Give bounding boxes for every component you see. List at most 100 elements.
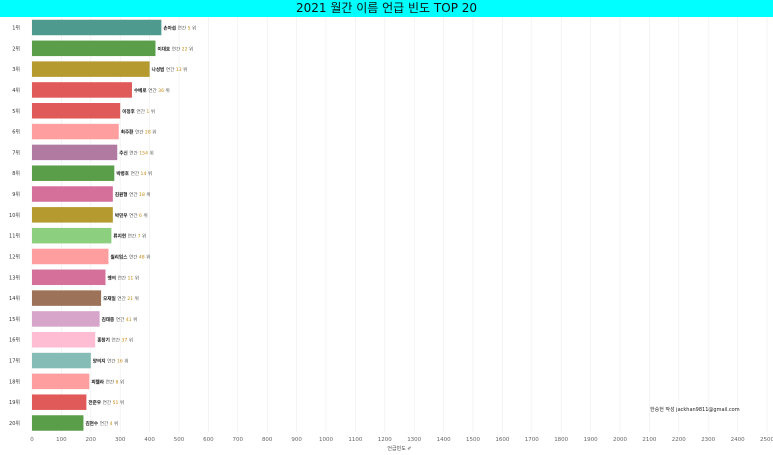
x-tick-label: 300 bbox=[115, 437, 126, 443]
bar-rank-suffix: 위 bbox=[149, 108, 155, 115]
bar-name: 홍창기 bbox=[97, 337, 111, 344]
bar-annual-label: 연간 bbox=[129, 253, 139, 260]
bar-annotation: 양의지 연간 16 위 bbox=[93, 358, 129, 365]
bar-annotation: 수베로 연간 36 위 bbox=[134, 87, 170, 94]
bar bbox=[32, 290, 102, 306]
rank-label: 14위 bbox=[9, 295, 20, 302]
bar-annual-label: 연간 bbox=[129, 191, 139, 198]
bar-name: 이정후 bbox=[122, 108, 136, 115]
bar-chart: 0 100 200 300 400 500 600 700 800 900 1000 1100 1200… bbox=[9, 17, 773, 452]
bar bbox=[32, 40, 156, 57]
x-tick-label: 500 bbox=[174, 437, 185, 443]
x-tick-label: 400 bbox=[144, 437, 155, 443]
bar-rank-suffix: 위 bbox=[118, 378, 124, 385]
bar-rank-suffix: 위 bbox=[132, 316, 138, 323]
bar-annotation: 추신 연간 154 위 bbox=[119, 149, 153, 156]
rank-label: 5위 bbox=[12, 108, 20, 115]
bar-name: 이대호 bbox=[157, 45, 171, 52]
bar-annual-rank: 154 bbox=[139, 150, 148, 156]
bar-rank-suffix: 위 bbox=[146, 170, 152, 177]
x-tick-label: 1500 bbox=[466, 437, 480, 443]
bar bbox=[32, 269, 106, 286]
bar-annual-label: 연간 bbox=[128, 233, 138, 240]
x-tick-label: 1300 bbox=[407, 437, 421, 443]
rank-label: 1위 bbox=[12, 25, 20, 32]
x-tick-label: 600 bbox=[203, 437, 214, 443]
bar bbox=[32, 207, 113, 223]
rank-label: 20위 bbox=[9, 420, 20, 427]
x-tick-label: 1400 bbox=[437, 437, 451, 443]
x-tick-label: 2500 bbox=[760, 437, 773, 443]
bar-annotation: 박민우 연간 6 위 bbox=[115, 212, 148, 219]
bar bbox=[32, 165, 115, 181]
bar bbox=[32, 227, 112, 244]
bar-rank-suffix: 위 bbox=[182, 66, 188, 73]
bar bbox=[32, 123, 119, 140]
bar-name: 나성범 bbox=[152, 66, 166, 73]
bar-rank-suffix: 위 bbox=[145, 191, 151, 198]
bar bbox=[32, 394, 87, 410]
bar-rank-suffix: 위 bbox=[133, 274, 139, 281]
rank-label: 9위 bbox=[12, 191, 20, 198]
bar-rank-suffix: 위 bbox=[118, 399, 124, 406]
bar-name: 윌리엄스 bbox=[110, 253, 129, 260]
rank-label: 19위 bbox=[9, 399, 20, 406]
bar-rank-suffix: 위 bbox=[164, 87, 170, 94]
bar bbox=[32, 186, 113, 202]
bar bbox=[32, 352, 91, 369]
bar bbox=[32, 82, 132, 98]
bar-name: 김현수 bbox=[85, 420, 99, 427]
bar-name: 박병호 bbox=[116, 170, 130, 177]
bar-annual-label: 연간 bbox=[100, 420, 110, 427]
bar bbox=[32, 331, 96, 348]
rank-label: 8위 bbox=[12, 170, 20, 177]
bar-annual-label: 연간 bbox=[166, 66, 176, 73]
bar-name: 최주환 bbox=[121, 129, 135, 136]
bar-rank-suffix: 위 bbox=[141, 233, 147, 240]
bar bbox=[32, 19, 162, 36]
bar-rank-suffix: 위 bbox=[191, 25, 197, 32]
bar-name: 전준우 bbox=[88, 399, 102, 406]
bar-annotation: 이대호 연간 22 위 bbox=[157, 45, 193, 52]
bar-name: 추신 bbox=[119, 149, 129, 156]
bar-annotation: 류지현 연간 7 위 bbox=[113, 233, 146, 240]
bar-rank-suffix: 위 bbox=[151, 129, 157, 136]
x-tick-label: 1900 bbox=[584, 437, 598, 443]
bar-annotation: 홍창기 연간 37 위 bbox=[97, 337, 133, 344]
bar-annual-label: 연간 bbox=[117, 295, 127, 302]
x-tick-label: 1100 bbox=[348, 437, 362, 443]
bar-annotation: 김현수 연간 4 위 bbox=[85, 420, 118, 427]
x-tick-label: 2400 bbox=[731, 437, 745, 443]
bar-annual-label: 연간 bbox=[103, 399, 113, 406]
bar-annotation: 오재일 연간 21 위 bbox=[103, 295, 139, 302]
bar bbox=[32, 61, 150, 77]
bar-annotation: 최주환 연간 28 위 bbox=[121, 129, 157, 136]
x-axis-label: 언급빈도 ✐ bbox=[387, 445, 411, 452]
bar-annual-label: 연간 bbox=[178, 25, 188, 32]
author-credit: 한승헌 작성 jackhan9811@gmail.com bbox=[650, 407, 740, 413]
bar-rank-suffix: 위 bbox=[188, 45, 194, 52]
bar-annotation: 전준우 연간 51 위 bbox=[88, 399, 124, 406]
bar-name: 오재일 bbox=[103, 295, 117, 302]
x-tick-label: 1600 bbox=[495, 437, 509, 443]
x-tick-label: 700 bbox=[233, 437, 244, 443]
bar-rank-suffix: 위 bbox=[145, 253, 151, 260]
bar-annual-label: 연간 bbox=[111, 337, 121, 344]
rank-label: 4위 bbox=[12, 87, 20, 94]
bar-name: 박민우 bbox=[115, 212, 129, 219]
x-tick-label: 2000 bbox=[613, 437, 627, 443]
bar-annotation: 김원형 연간 18 위 bbox=[115, 191, 151, 198]
bar-name: 양의지 bbox=[93, 358, 107, 365]
x-tick-label: 0 bbox=[30, 437, 34, 443]
bar-rank-suffix: 위 bbox=[123, 358, 129, 365]
x-tick-label: 900 bbox=[291, 437, 302, 443]
x-tick-label: 200 bbox=[86, 437, 97, 443]
bar-annual-label: 연간 bbox=[135, 129, 145, 136]
bar-annotation: 피렐라 연간 8 위 bbox=[91, 378, 124, 385]
x-tick-label: 1200 bbox=[378, 437, 392, 443]
bar bbox=[32, 103, 121, 119]
rank-label: 17위 bbox=[9, 358, 20, 365]
bar bbox=[32, 248, 109, 265]
x-tick-label: 2100 bbox=[642, 437, 656, 443]
bar-annotation: 멩의 연간 11 위 bbox=[108, 274, 140, 281]
